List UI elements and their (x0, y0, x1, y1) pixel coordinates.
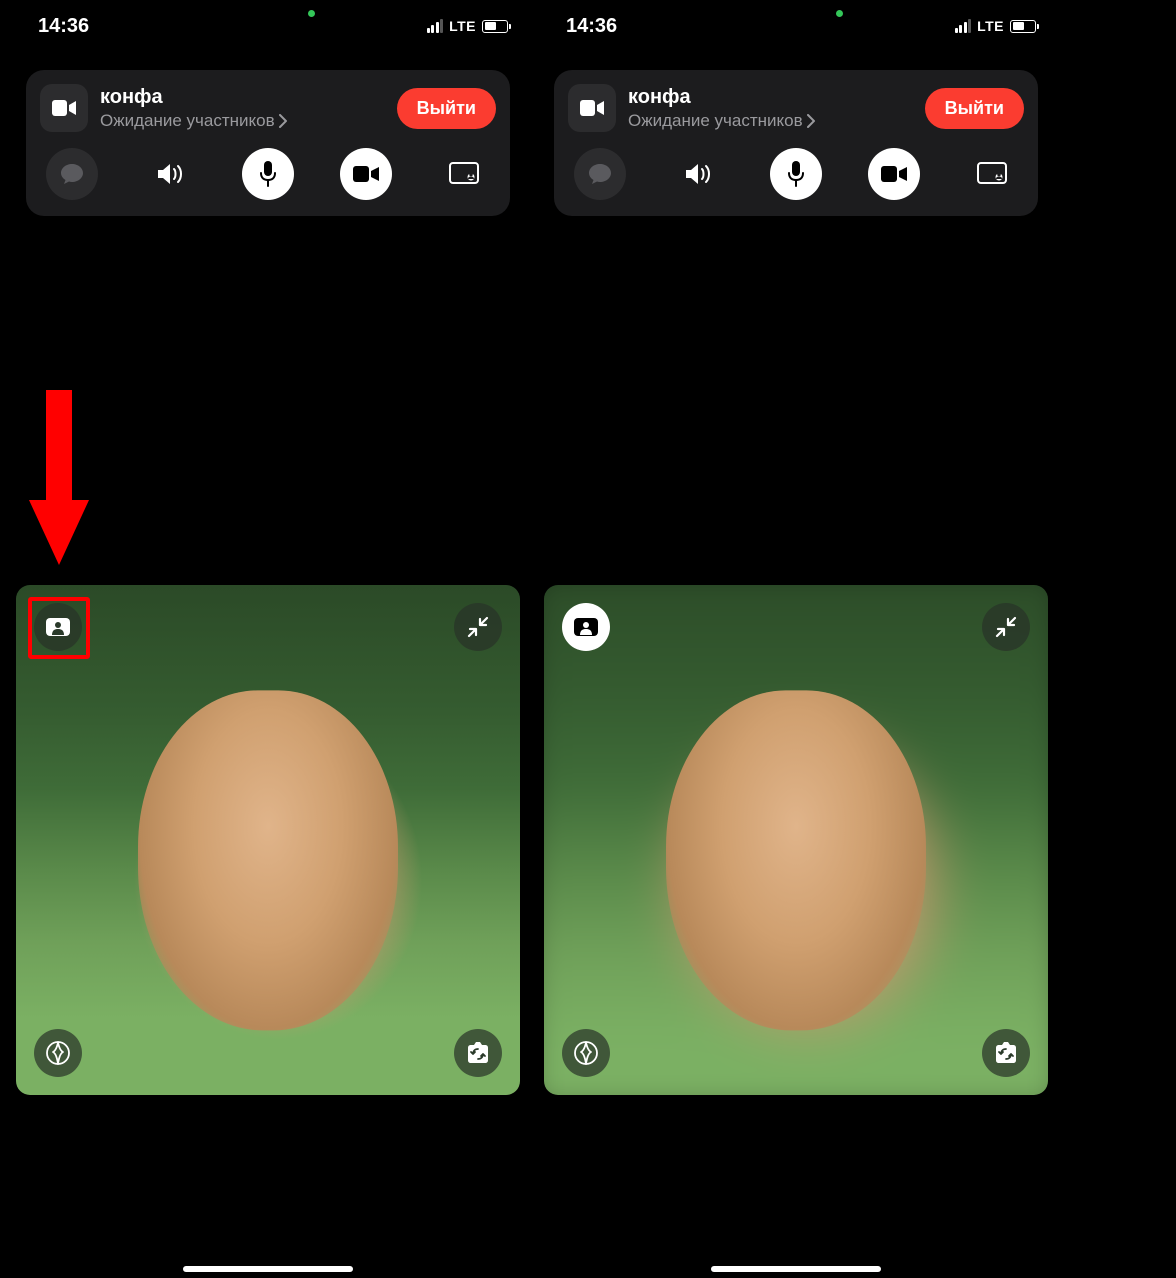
leave-button[interactable]: Выйти (925, 88, 1024, 129)
camera-toggle-button[interactable] (340, 148, 392, 200)
call-title: конфа (100, 86, 385, 109)
microphone-icon (786, 160, 806, 188)
minimize-button[interactable] (982, 603, 1030, 651)
effects-button[interactable] (34, 1029, 82, 1077)
call-card: конфа Ожидание участников Выйти (26, 70, 510, 216)
video-camera-icon (580, 99, 604, 117)
call-header: конфа Ожидание участников Выйти (40, 84, 496, 132)
speaker-button[interactable] (144, 148, 196, 200)
portrait-mode-button-active[interactable] (562, 603, 610, 651)
call-info[interactable]: конфа Ожидание участников (628, 86, 913, 131)
call-card: конфа Ожидание участников Выйти (554, 70, 1038, 216)
person-rect-icon (45, 617, 71, 637)
call-subtitle-text: Ожидание участников (100, 111, 275, 131)
call-subtitle-text: Ожидание участников (628, 111, 803, 131)
self-video-area (544, 585, 1048, 1095)
home-indicator[interactable] (183, 1266, 353, 1272)
speaker-icon (683, 161, 713, 187)
chat-button[interactable] (574, 148, 626, 200)
minimize-button[interactable] (454, 603, 502, 651)
network-label: LTE (449, 18, 476, 34)
camera-active-dot (836, 10, 843, 17)
face-placeholder (666, 690, 926, 1030)
screen-share-button[interactable] (966, 148, 1018, 200)
status-time: 14:36 (566, 15, 617, 38)
call-title: конфа (628, 86, 913, 109)
chat-bubble-icon (587, 161, 613, 187)
camera-active-dot (308, 10, 315, 17)
status-right: LTE (427, 18, 508, 34)
face-placeholder (138, 690, 398, 1030)
portrait-mode-button[interactable] (34, 603, 82, 651)
chat-bubble-icon (59, 161, 85, 187)
effects-star-icon (44, 1039, 72, 1067)
speaker-button[interactable] (672, 148, 724, 200)
signal-icon (427, 19, 444, 33)
effects-star-icon (572, 1039, 600, 1067)
flip-camera-icon (464, 1041, 492, 1065)
status-bar: 14:36 LTE (536, 0, 1056, 40)
screen-share-button[interactable] (438, 148, 490, 200)
status-time: 14:36 (38, 15, 89, 38)
battery-icon (1010, 20, 1036, 33)
flip-camera-button[interactable] (454, 1029, 502, 1077)
microphone-button[interactable] (242, 148, 294, 200)
status-right: LTE (955, 18, 1036, 34)
chat-button[interactable] (46, 148, 98, 200)
flip-camera-button[interactable] (982, 1029, 1030, 1077)
call-toolbar (568, 148, 1024, 200)
chevron-right-icon (807, 114, 815, 128)
home-indicator[interactable] (711, 1266, 881, 1272)
minimize-icon (467, 616, 489, 638)
call-info[interactable]: конфа Ожидание участников (100, 86, 385, 131)
call-subtitle: Ожидание участников (628, 111, 913, 131)
call-camera-badge[interactable] (40, 84, 88, 132)
flip-camera-icon (992, 1041, 1020, 1065)
chevron-right-icon (279, 114, 287, 128)
call-header: конфа Ожидание участников Выйти (568, 84, 1024, 132)
status-bar: 14:36 LTE (8, 0, 528, 40)
speaker-icon (155, 161, 185, 187)
video-camera-icon (52, 99, 76, 117)
network-label: LTE (977, 18, 1004, 34)
battery-icon (482, 20, 508, 33)
screen-share-icon (449, 162, 479, 186)
call-subtitle: Ожидание участников (100, 111, 385, 131)
video-camera-icon (881, 164, 907, 184)
self-video-area (16, 585, 520, 1095)
minimize-icon (995, 616, 1017, 638)
screen-after: 14:36 LTE конфа Ожидание участников (536, 0, 1056, 1278)
leave-button[interactable]: Выйти (397, 88, 496, 129)
signal-icon (955, 19, 972, 33)
effects-button[interactable] (562, 1029, 610, 1077)
call-camera-badge[interactable] (568, 84, 616, 132)
annotation-arrow (24, 390, 94, 565)
person-rect-icon (573, 617, 599, 637)
call-toolbar (40, 148, 496, 200)
microphone-icon (258, 160, 278, 188)
screen-before: 14:36 LTE конфа Ожидание участников (8, 0, 528, 1278)
camera-toggle-button[interactable] (868, 148, 920, 200)
video-camera-icon (353, 164, 379, 184)
microphone-button[interactable] (770, 148, 822, 200)
screen-share-icon (977, 162, 1007, 186)
